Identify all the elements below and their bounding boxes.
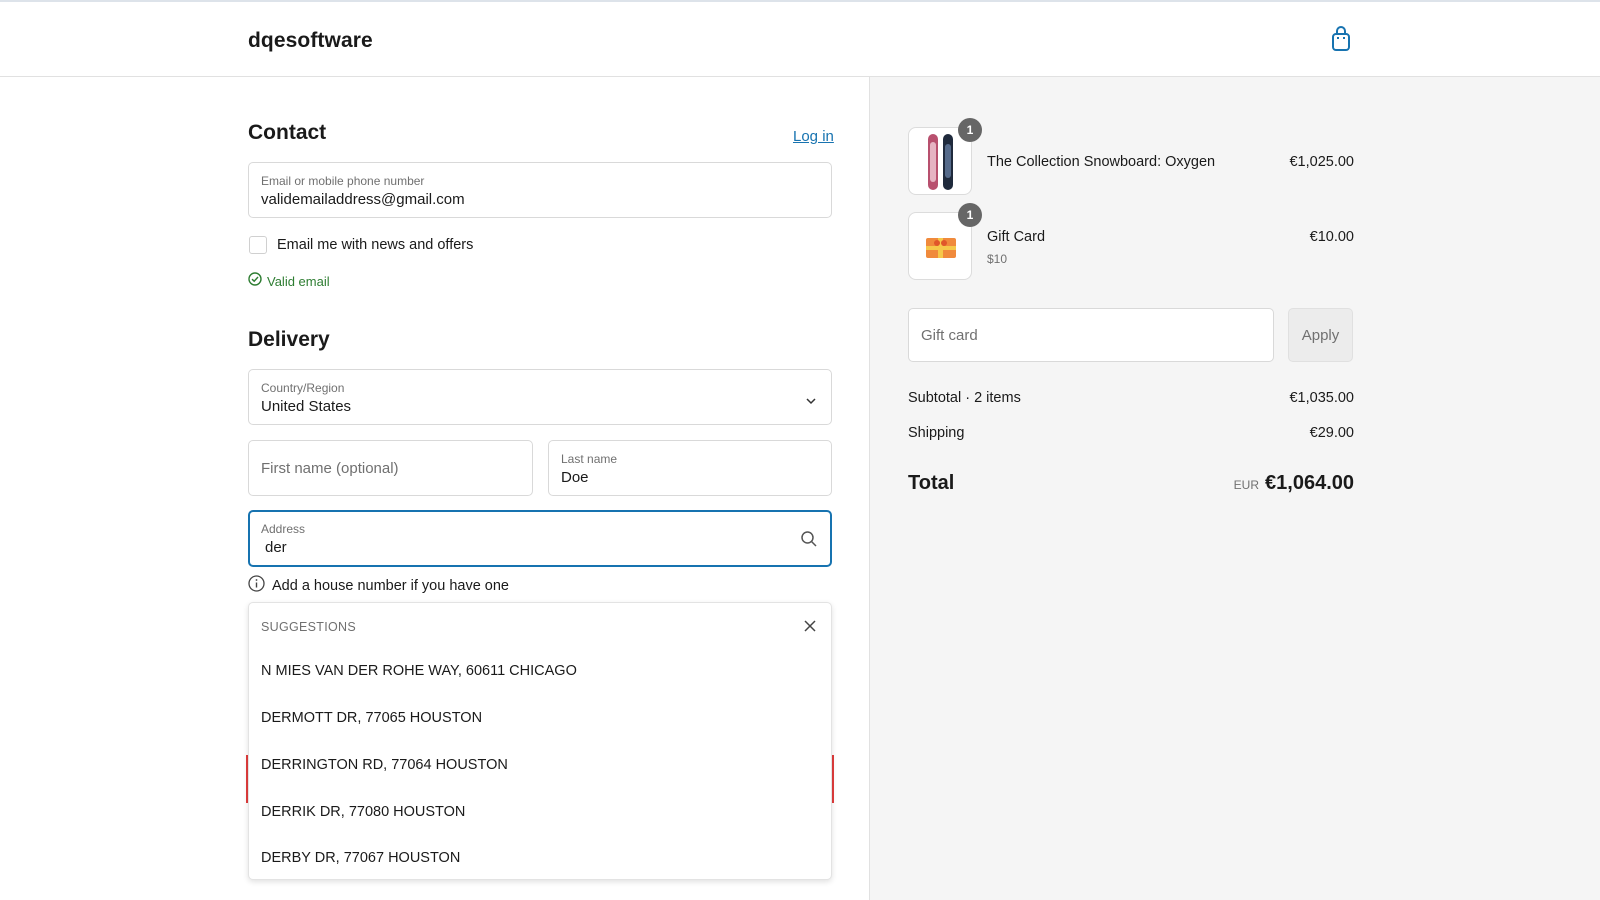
suggestion-item[interactable]: N MIES VAN DER ROHE WAY, 60611 CHICAGO bbox=[261, 663, 577, 679]
first-name-field[interactable]: First name (optional) bbox=[248, 440, 533, 496]
address-label: Address bbox=[261, 522, 306, 536]
item-variant: $10 bbox=[987, 252, 1008, 266]
newsletter-checkbox[interactable] bbox=[249, 236, 267, 254]
delivery-title: Delivery bbox=[248, 328, 330, 351]
contact-title: Contact bbox=[248, 121, 327, 144]
apply-button[interactable]: Apply bbox=[1288, 308, 1353, 362]
last-name-value: Doe bbox=[561, 469, 589, 486]
total-currency: EUR bbox=[1233, 478, 1260, 492]
address-suggestions-dropdown: SUGGESTIONS N MIES VAN DER ROHE WAY, 606… bbox=[248, 602, 832, 880]
gift-card-thumbnail: 1 bbox=[908, 203, 982, 280]
suggestion-item[interactable]: DERRINGTON RD, 77064 HOUSTON bbox=[261, 757, 508, 773]
email-field[interactable]: Email or mobile phone number validemaila… bbox=[248, 162, 832, 218]
shopping-bag-icon[interactable] bbox=[1330, 26, 1352, 52]
search-icon[interactable] bbox=[800, 530, 818, 553]
email-field-value: validemailaddress@gmail.com bbox=[261, 191, 465, 208]
suggestion-item[interactable]: DERMOTT DR, 77065 HOUSTON bbox=[261, 710, 482, 726]
check-circle-icon bbox=[248, 272, 262, 291]
address-value: der bbox=[265, 539, 287, 556]
subtotal-label: Subtotal · 2 items bbox=[908, 390, 1021, 406]
item-price: €1,025.00 bbox=[1289, 154, 1354, 170]
first-name-placeholder: First name (optional) bbox=[261, 460, 399, 477]
email-field-label: Email or mobile phone number bbox=[261, 174, 425, 188]
suggestions-heading: SUGGESTIONS bbox=[261, 620, 356, 634]
subtotal-value: €1,035.00 bbox=[1289, 390, 1354, 406]
house-number-hint: Add a house number if you have one bbox=[248, 575, 509, 596]
country-select[interactable]: Country/Region United States bbox=[248, 369, 832, 425]
valid-email-status: Valid email bbox=[248, 272, 330, 291]
total-value: €1,064.00 bbox=[1265, 472, 1354, 494]
address-field[interactable]: Address der bbox=[248, 510, 832, 567]
info-icon bbox=[248, 575, 265, 596]
country-label: Country/Region bbox=[261, 381, 345, 395]
last-name-field[interactable]: Last name Doe bbox=[548, 440, 832, 496]
shipping-value: €29.00 bbox=[1309, 425, 1354, 441]
brand-logo[interactable]: dqesoftware bbox=[248, 29, 373, 53]
gift-card-placeholder: Gift card bbox=[921, 327, 978, 344]
item-name: The Collection Snowboard: Oxygen bbox=[987, 154, 1216, 170]
suggestion-item[interactable]: DERRIK DR, 77080 HOUSTON bbox=[261, 804, 465, 820]
item-name: Gift Card bbox=[987, 229, 1046, 245]
shipping-label: Shipping bbox=[908, 425, 965, 441]
valid-email-text: Valid email bbox=[267, 274, 330, 289]
newsletter-label: Email me with news and offers bbox=[277, 237, 474, 253]
total-amount: EUR €1,064.00 bbox=[1234, 472, 1354, 495]
login-link[interactable]: Log in bbox=[793, 128, 834, 145]
last-name-label: Last name bbox=[561, 452, 618, 466]
suggestion-item[interactable]: DERBY DR, 77067 HOUSTON bbox=[261, 850, 460, 866]
item-price: €10.00 bbox=[1309, 229, 1354, 245]
chevron-down-icon bbox=[805, 392, 817, 410]
close-icon[interactable] bbox=[799, 615, 821, 637]
country-value: United States bbox=[261, 398, 352, 415]
house-number-hint-text: Add a house number if you have one bbox=[272, 577, 509, 594]
gift-card-input[interactable]: Gift card bbox=[908, 308, 1274, 362]
header: dqesoftware bbox=[0, 2, 1600, 77]
snowboard-thumbnail: 1 bbox=[908, 118, 982, 195]
quantity-badge: 1 bbox=[958, 118, 982, 142]
quantity-badge: 1 bbox=[958, 203, 982, 227]
total-label: Total bbox=[908, 472, 955, 494]
